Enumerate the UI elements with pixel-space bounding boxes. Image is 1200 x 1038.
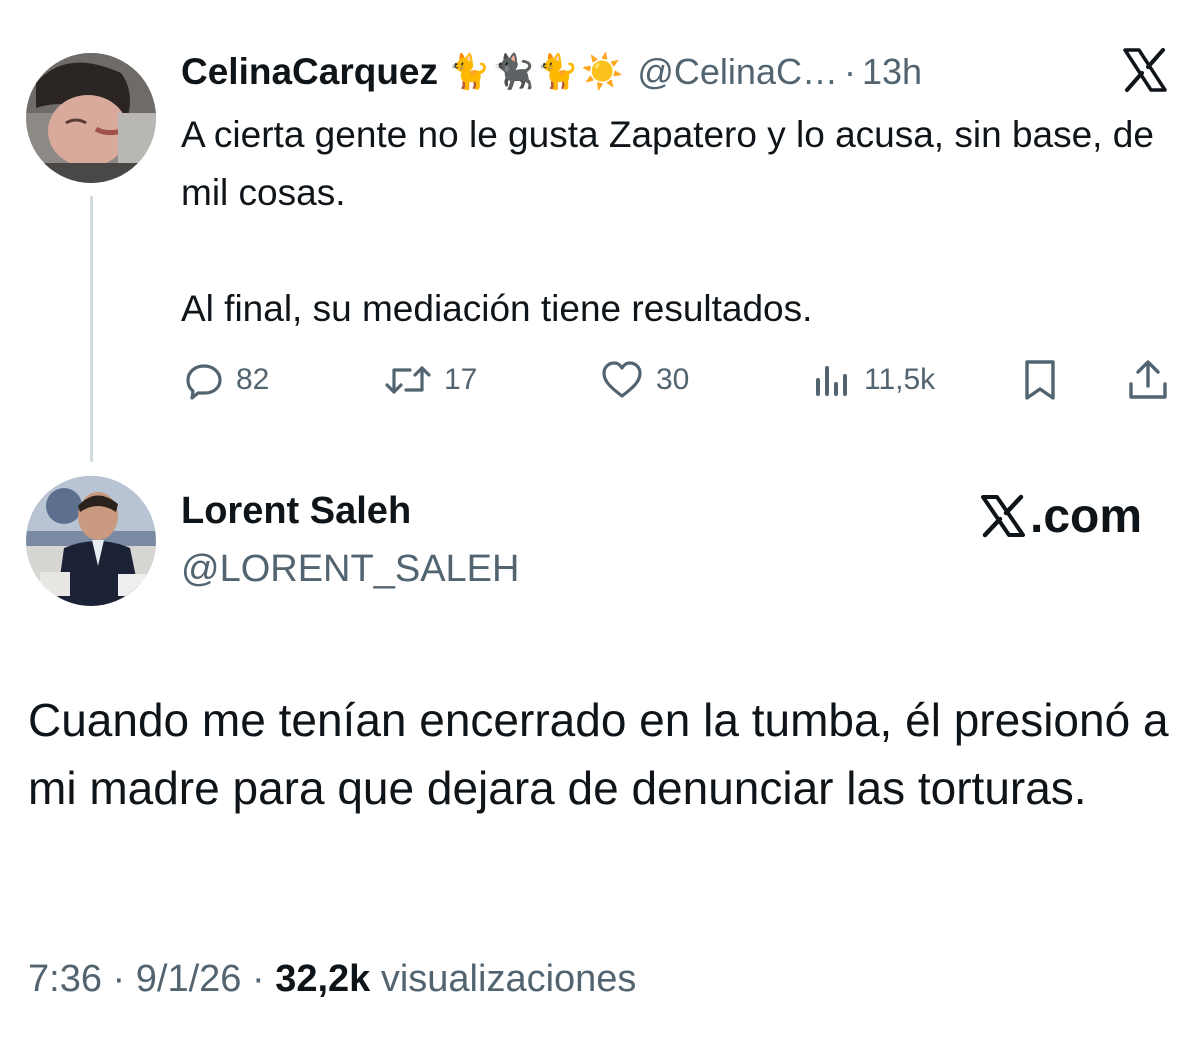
like-count: 30 xyxy=(656,363,690,396)
views-button[interactable]: 11,5k xyxy=(812,358,935,402)
views-count: 11,5k xyxy=(864,363,936,396)
quoted-author-name[interactable]: Lorent Saleh xyxy=(181,490,411,533)
reply-tweet-header: CelinaCarquez 🐈🐈‍⬛🐈☀️ @CelinaC… · 13h xyxy=(181,46,922,98)
avatar-lorent-saleh[interactable] xyxy=(26,476,156,606)
reply-tweet-text: A cierta gente no le gusta Zapatero y lo… xyxy=(181,106,1181,338)
thread-connector-line xyxy=(90,196,93,462)
x-logo-icon xyxy=(1121,46,1169,94)
avatar-celinacarquez[interactable] xyxy=(26,53,156,183)
quoted-tweet-text: Cuando me tenían encerrado en la tumba, … xyxy=(28,686,1178,822)
reply-icon xyxy=(184,360,224,400)
repost-count: 17 xyxy=(444,363,478,396)
x-com-brand: .com xyxy=(978,486,1142,546)
reply-button[interactable]: 82 xyxy=(184,358,269,402)
bookmark-icon xyxy=(1020,358,1060,402)
tweet-date[interactable]: 9/1/26 xyxy=(136,958,242,1000)
tweet-time[interactable]: 7:36 xyxy=(28,958,102,1000)
tweet-time[interactable]: 13h xyxy=(862,51,922,93)
tweet-text-paragraph: Al final, su mediación tiene resultados. xyxy=(181,288,813,329)
repost-button[interactable]: 17 xyxy=(384,358,477,402)
x-logo-icon xyxy=(978,492,1028,540)
tweet-text-paragraph: A cierta gente no le gusta Zapatero y lo… xyxy=(181,114,1154,213)
views-label: visualizaciones xyxy=(380,958,637,1000)
name-emoji: 🐈🐈‍⬛🐈☀️ xyxy=(448,53,626,91)
tweet-meta: 7:36 · 9/1/26 · 32,2k visualizaciones xyxy=(28,958,636,1001)
separator-dot: · xyxy=(112,958,126,1000)
brand-text: .com xyxy=(1030,489,1143,543)
share-icon xyxy=(1127,358,1169,402)
like-icon xyxy=(600,360,644,400)
views-icon xyxy=(812,360,852,400)
separator-dot: · xyxy=(251,958,265,1000)
author-name[interactable]: CelinaCarquez xyxy=(181,51,438,93)
reply-count: 82 xyxy=(236,363,270,396)
like-button[interactable]: 30 xyxy=(600,358,689,402)
tweet-text-paragraph: Cuando me tenían encerrado en la tumba, … xyxy=(28,694,1169,814)
separator-dot: · xyxy=(843,51,856,92)
bookmark-button[interactable] xyxy=(1020,358,1060,402)
quoted-author-handle[interactable]: @LORENT_SALEH xyxy=(181,548,519,591)
repost-icon xyxy=(384,360,432,400)
views-total: 32,2k xyxy=(275,958,371,1000)
share-button[interactable] xyxy=(1127,358,1169,402)
author-handle[interactable]: @CelinaC… xyxy=(637,51,838,93)
